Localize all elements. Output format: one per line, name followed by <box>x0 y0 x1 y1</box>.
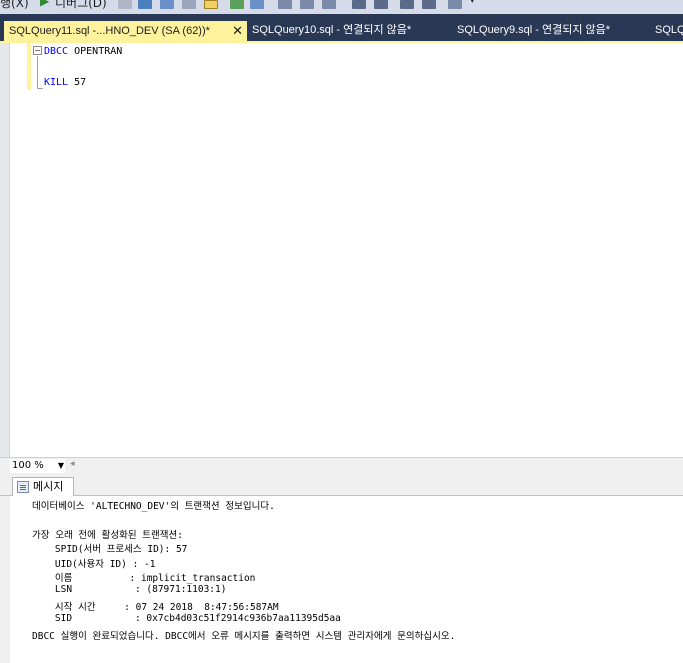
decrease-indent-icon[interactable] <box>400 0 414 9</box>
parse-check-icon[interactable] <box>138 0 152 9</box>
document-tab-strip: SQLQuery11.sql -...HNO_DEV (SA (62))* ✕ … <box>0 14 683 41</box>
chevron-down-icon[interactable]: ▼ <box>58 459 64 473</box>
tab-label: 메시지 <box>33 480 64 493</box>
code-line-1: DBCC OPENTRAN <box>44 46 122 57</box>
message-line: 시작 시간 : 07 24 2018 8:47:56:587AM <box>32 602 279 613</box>
tab-label: SQLQuery11.sql -...HNO_DEV (SA (62))* <box>9 25 210 37</box>
outline-end <box>37 88 43 89</box>
toolbar: 행(X) ▶ 디버그(D) ▾ <box>0 0 683 14</box>
toolbar-overflow-icon[interactable]: ▾ <box>470 0 475 14</box>
message-line: 데이터베이스 'ALTECHNO_DEV'의 트랜잭션 정보입니다. <box>32 501 275 512</box>
tab-sqlquery9[interactable]: SQLQuery9.sql - 연결되지 않음* <box>457 19 610 41</box>
message-line: LSN : (87971:1103:1) <box>32 584 227 595</box>
outline-line <box>37 56 38 88</box>
stop-icon[interactable] <box>118 0 132 9</box>
tab-sqlquery-overflow[interactable]: SQLQ <box>655 19 683 41</box>
tab-sqlquery10[interactable]: SQLQuery10.sql - 연결되지 않음* <box>252 19 411 41</box>
code-text: OPENTRAN <box>68 46 123 57</box>
code-line-3: KILL 57 <box>44 77 86 88</box>
code-text: 57 <box>68 77 87 88</box>
close-icon[interactable]: ✕ <box>232 21 243 41</box>
editor-gutter <box>0 43 10 457</box>
zoom-dropdown[interactable]: 100 % ▼ <box>10 459 65 473</box>
messages-pane[interactable]: 데이터베이스 'ALTECHNO_DEV'의 트랜잭션 정보입니다. 가장 오래… <box>0 496 683 663</box>
results-text-icon[interactable] <box>278 0 292 9</box>
tab-label: SQLQuery10.sql - 연결되지 않음* <box>252 24 412 36</box>
tab-messages[interactable]: 메시지 <box>12 477 74 497</box>
scroll-left-icon[interactable]: ◂ <box>70 459 75 469</box>
change-tracking-bar <box>27 43 31 90</box>
message-line: 이름 : implicit_transaction <box>32 573 256 584</box>
debug-button[interactable]: 디버그(D) <box>55 0 107 12</box>
messages-icon <box>17 481 29 493</box>
tab-label: SQLQ <box>655 24 683 36</box>
collapse-icon[interactable]: − <box>33 46 42 55</box>
include-plan-icon[interactable] <box>230 0 244 9</box>
execute-menu-fragment[interactable]: 행(X) <box>0 0 29 12</box>
tab-sqlquery11[interactable]: SQLQuery11.sql -...HNO_DEV (SA (62))* ✕ <box>4 21 247 41</box>
execute-icon[interactable]: ▶ <box>40 0 49 12</box>
message-line: UID(사용자 ID) : -1 <box>32 559 156 570</box>
zoom-value: 100 % <box>12 460 44 471</box>
keyword-dbcc: DBCC <box>44 46 69 57</box>
display-plan-icon[interactable] <box>160 0 174 9</box>
uncomment-icon[interactable] <box>374 0 388 9</box>
results-grid-icon[interactable] <box>300 0 314 9</box>
message-line: 가장 오래 전에 활성화된 트랜잭션: <box>32 530 183 541</box>
specify-values-icon[interactable] <box>448 0 462 9</box>
keyword-kill: KILL <box>44 77 69 88</box>
editor-status-bar: 100 % ▼ ◂ <box>0 457 683 474</box>
increase-indent-icon[interactable] <box>422 0 436 9</box>
results-tab-strip: 메시지 <box>0 474 683 497</box>
results-file-icon[interactable] <box>322 0 336 9</box>
message-line: SPID(서버 프로세스 ID): 57 <box>32 544 188 555</box>
tab-label: SQLQuery9.sql - 연결되지 않음* <box>457 24 611 36</box>
query-options-icon[interactable] <box>182 0 196 9</box>
message-line: SID : 0x7cb4d03c51f2914c936b7aa11395d5aa <box>32 613 341 624</box>
message-line: DBCC 실행이 완료되었습니다. DBCC에서 오류 메시지를 출력하면 시스… <box>32 631 456 642</box>
comment-icon[interactable] <box>352 0 366 9</box>
results-to-grid-icon[interactable] <box>204 0 218 9</box>
client-stats-icon[interactable] <box>250 0 264 9</box>
query-editor[interactable]: − DBCC OPENTRAN KILL 57 <box>0 43 683 457</box>
